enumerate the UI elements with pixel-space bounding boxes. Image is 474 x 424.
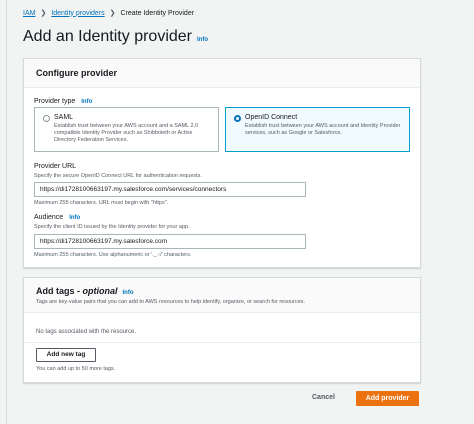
provider-url-description: Specify the secure OpenID Connect URL fo… <box>34 173 202 179</box>
add-tags-info-link[interactable]: Info <box>123 290 134 296</box>
add-tags-title: Add tags - optional <box>36 285 118 296</box>
breadcrumb-iam-link[interactable]: IAM <box>23 10 35 17</box>
title-row: Add an Identity provider Info <box>23 28 208 46</box>
provider-url-label: Provider URL <box>34 163 77 170</box>
audience-info-link[interactable]: Info <box>69 215 80 221</box>
tags-divider <box>24 342 420 343</box>
configure-provider-panel: Configure provider Provider type Info SA… <box>23 58 421 268</box>
audience-hint: Maximum 255 characters. Use alphanumeric… <box>34 252 192 258</box>
openid-connect-option-title: OpenID Connect <box>245 114 298 121</box>
main-page: IAM ❯ Identity providers ❯ Create Identi… <box>6 0 469 424</box>
provider-type-info-link[interactable]: Info <box>81 99 92 105</box>
breadcrumb-identity-providers-link[interactable]: Identity providers <box>51 10 104 17</box>
saml-radio-card[interactable]: SAML Establish trust between your AWS ac… <box>34 107 219 152</box>
cancel-button[interactable]: Cancel <box>312 394 335 401</box>
add-tags-panel: Add tags - optional Info Tags are key-va… <box>23 277 421 383</box>
add-new-tag-button[interactable]: Add new tag <box>36 348 96 362</box>
no-tags-message: No tags associated with the resource. <box>36 329 137 335</box>
audience-input[interactable]: https://di1728100663197.my.salesforce.co… <box>34 234 306 249</box>
audience-label-row: Audience Info <box>34 214 80 221</box>
provider-url-input[interactable]: https://di1728100663197.my.salesforce.co… <box>34 182 306 197</box>
saml-option-description: Establish trust between your AWS account… <box>54 123 199 143</box>
page-title: Add an Identity provider <box>23 28 192 45</box>
provider-url-label-row: Provider URL <box>34 163 76 170</box>
saml-option-title: SAML <box>54 114 74 121</box>
audience-label: Audience <box>34 214 64 221</box>
add-tags-description: Tags are key-value pairs that you can ad… <box>36 298 306 305</box>
openid-connect-radio-button[interactable] <box>234 115 241 122</box>
chevron-right-icon: ❯ <box>40 10 47 17</box>
breadcrumb: IAM ❯ Identity providers ❯ Create Identi… <box>23 9 195 18</box>
saml-radio-button[interactable] <box>43 115 50 122</box>
openid-connect-radio-card[interactable]: OpenID Connect Establish trust between y… <box>225 107 410 152</box>
configure-provider-title: Configure provider <box>36 68 118 78</box>
breadcrumb-current: Create Identity Provider <box>120 9 195 17</box>
provider-type-label-row: Provider type Info <box>34 98 92 105</box>
add-provider-button[interactable]: Add provider <box>356 391 419 406</box>
provider-url-hint: Maximum 255 characters. URL must begin w… <box>34 200 169 206</box>
provider-type-label: Provider type <box>34 98 76 105</box>
chevron-right-icon: ❯ <box>109 10 116 17</box>
openid-connect-option-description: Establish trust between your AWS account… <box>245 123 401 136</box>
configure-provider-header: Configure provider <box>24 59 420 88</box>
add-tags-title-row: Add tags - optional Info <box>36 286 134 296</box>
page-info-link[interactable]: Info <box>197 37 208 43</box>
tags-limit-hint: You can add up to 50 more tags. <box>36 366 116 372</box>
audience-description: Specify the client ID issued by the Iden… <box>34 224 190 230</box>
add-tags-header: Add tags - optional Info Tags are key-va… <box>24 278 420 313</box>
